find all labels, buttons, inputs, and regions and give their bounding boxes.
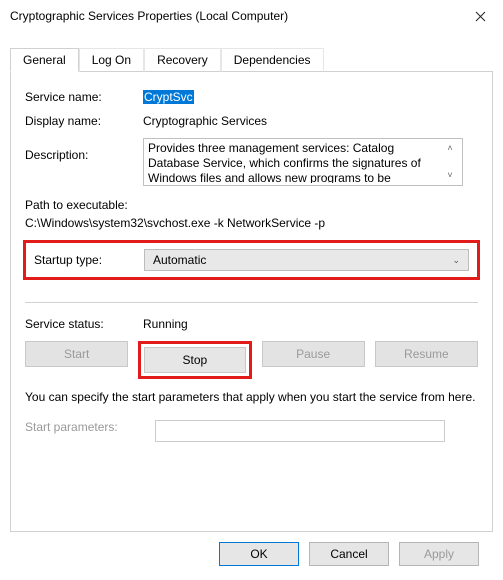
tab-dependencies[interactable]: Dependencies — [221, 48, 324, 72]
start-parameters-input — [155, 420, 445, 442]
service-control-buttons: Start Stop Pause Resume — [25, 341, 478, 379]
start-parameters-note: You can specify the start parameters tha… — [25, 389, 478, 406]
path-value: C:\Windows\system32\svchost.exe -k Netwo… — [25, 214, 478, 232]
resume-button-label: Resume — [404, 347, 449, 361]
window-title: Cryptographic Services Properties (Local… — [10, 9, 458, 23]
stop-button-label: Stop — [183, 353, 208, 367]
service-name-label: Service name: — [25, 90, 143, 104]
tab-recovery[interactable]: Recovery — [144, 48, 221, 72]
ok-button-label: OK — [250, 547, 267, 561]
dialog-button-row: OK Cancel Apply — [10, 532, 493, 566]
chevron-down-icon: ⌄ — [452, 255, 460, 266]
tab-log-on-label: Log On — [92, 53, 131, 67]
tab-dependencies-label: Dependencies — [234, 53, 311, 67]
titlebar: Cryptographic Services Properties (Local… — [0, 0, 503, 32]
display-name-label: Display name: — [25, 114, 143, 128]
chevron-up-icon[interactable]: ˄ — [447, 141, 452, 156]
apply-button: Apply — [399, 542, 479, 566]
service-name-value: CryptSvc — [143, 90, 478, 104]
description-scrollbar[interactable]: ˄ ˅ — [442, 141, 458, 183]
start-button: Start — [25, 341, 128, 367]
start-button-label: Start — [64, 347, 89, 361]
tab-strip: General Log On Recovery Dependencies — [10, 48, 493, 72]
stop-button[interactable]: Stop — [144, 347, 245, 373]
apply-button-label: Apply — [424, 547, 454, 561]
startup-type-label: Startup type: — [34, 253, 144, 267]
startup-type-value: Automatic — [153, 253, 206, 267]
tab-recovery-label: Recovery — [157, 53, 208, 67]
display-name-value: Cryptographic Services — [143, 114, 478, 128]
path-label: Path to executable: — [25, 196, 478, 214]
service-name-text[interactable]: CryptSvc — [143, 90, 194, 104]
separator — [25, 302, 478, 303]
chevron-down-icon[interactable]: ˅ — [447, 168, 452, 183]
resume-button: Resume — [375, 341, 478, 367]
description-box[interactable]: Provides three management services: Cata… — [143, 138, 463, 186]
startup-type-highlight: Startup type: Automatic ⌄ — [23, 240, 480, 280]
service-status-value: Running — [143, 317, 478, 331]
close-icon[interactable] — [458, 0, 503, 32]
general-panel: Service name: CryptSvc Display name: Cry… — [10, 72, 493, 532]
pause-button-label: Pause — [296, 347, 330, 361]
pause-button: Pause — [262, 341, 365, 367]
tab-general[interactable]: General — [10, 48, 79, 72]
start-parameters-label: Start parameters: — [25, 420, 155, 434]
description-text: Provides three management services: Cata… — [148, 141, 442, 183]
tab-general-label: General — [23, 53, 66, 67]
startup-type-dropdown[interactable]: Automatic ⌄ — [144, 249, 469, 271]
ok-button[interactable]: OK — [219, 542, 299, 566]
cancel-button-label: Cancel — [330, 547, 367, 561]
service-status-label: Service status: — [25, 317, 143, 331]
cancel-button[interactable]: Cancel — [309, 542, 389, 566]
description-label: Description: — [25, 138, 143, 162]
tab-log-on[interactable]: Log On — [79, 48, 144, 72]
stop-button-highlight: Stop — [138, 341, 251, 379]
